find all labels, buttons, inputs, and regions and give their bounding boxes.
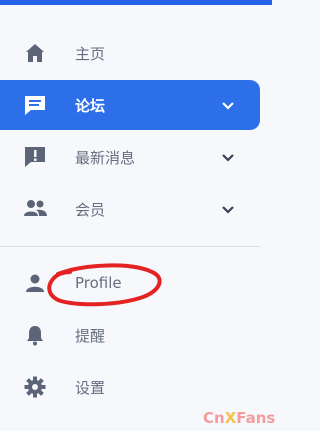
- bell-icon: [22, 322, 48, 348]
- sidebar-item-home[interactable]: 主页: [0, 28, 272, 78]
- sidebar-item-label: 设置: [75, 378, 106, 397]
- sidebar-item-settings[interactable]: 设置: [0, 362, 272, 412]
- gear-icon: [22, 374, 48, 400]
- person-icon: [22, 270, 48, 296]
- chevron-down-icon[interactable]: [220, 201, 236, 217]
- announcement-icon: [22, 144, 48, 170]
- sidebar-item-latest-news[interactable]: 最新消息: [0, 132, 272, 182]
- members-icon: [22, 196, 48, 222]
- sidebar-item-alerts[interactable]: 提醒: [0, 310, 272, 360]
- sidebar-item-label: 最新消息: [75, 148, 136, 167]
- menu-divider: [0, 246, 260, 247]
- scroll-gutter: [272, 0, 288, 431]
- sidebar-item-label: 提醒: [75, 326, 106, 345]
- chevron-down-icon[interactable]: [220, 97, 236, 113]
- forum-icon: [22, 92, 48, 118]
- sidebar-item-label: 主页: [75, 44, 106, 63]
- sidebar-item-members[interactable]: 会员: [0, 184, 272, 234]
- sidebar-item-label: 会员: [75, 200, 106, 219]
- chevron-down-icon[interactable]: [220, 149, 236, 165]
- sidebar-item-forum[interactable]: 论坛: [0, 80, 260, 130]
- sidebar-item-label: Profile: [75, 274, 122, 292]
- sidebar-item-label: 论坛: [75, 96, 106, 115]
- home-icon: [22, 40, 48, 66]
- sidebar-menu: 主页 论坛 最新消息 会员: [0, 28, 272, 236]
- sidebar-item-profile[interactable]: Profile: [0, 258, 272, 308]
- account-menu: Profile 提醒 设置: [0, 258, 272, 414]
- watermark: CnXFans: [203, 409, 276, 427]
- top-accent-bar: [0, 0, 272, 5]
